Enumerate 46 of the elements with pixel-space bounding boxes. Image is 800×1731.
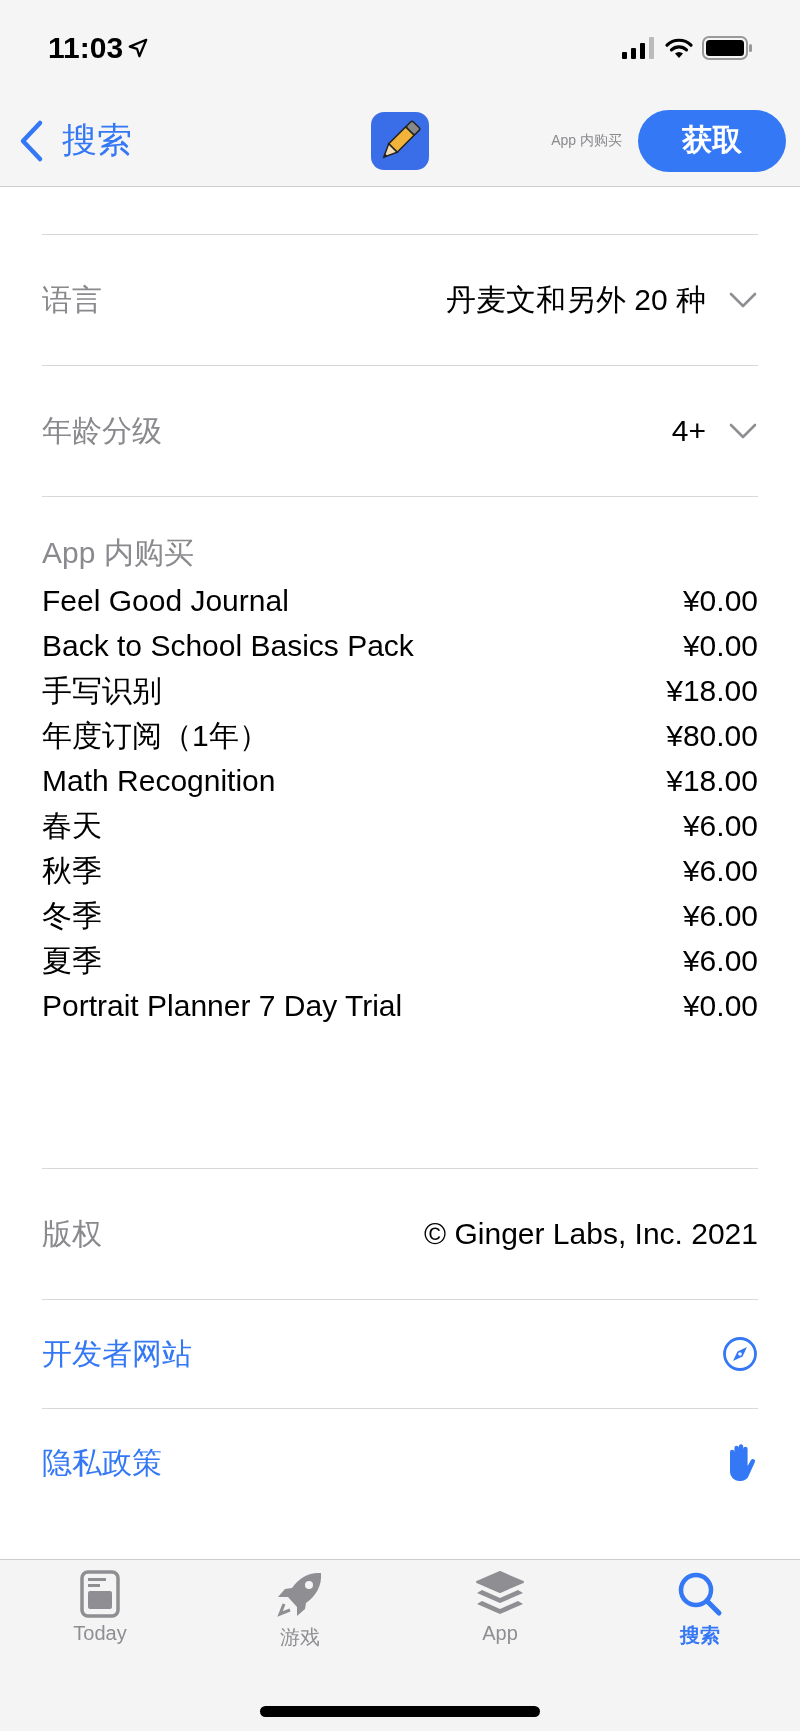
purchase-price: ¥0.00 <box>682 628 758 664</box>
tab-bar-item[interactable]: App <box>400 1570 600 1651</box>
compass-icon <box>722 1336 758 1372</box>
link-row[interactable]: 隐私政策 <box>42 1409 758 1517</box>
tab-bar-item[interactable]: Today <box>0 1570 200 1651</box>
signal-icon <box>622 36 656 59</box>
purchase-price: ¥6.00 <box>682 853 758 889</box>
get-button[interactable]: 获取 <box>638 109 786 172</box>
in-app-purchase-note: App 内购买 <box>551 131 622 150</box>
battery-icon <box>702 35 752 60</box>
purchase-name: 夏季 <box>42 943 102 979</box>
purchase-name: 冬季 <box>42 898 102 934</box>
purchase-price: ¥6.00 <box>682 898 758 934</box>
pencil-app-icon <box>371 112 429 170</box>
purchase-price: ¥0.00 <box>682 583 758 619</box>
purchase-name: Portrait Planner 7 Day Trial <box>42 988 403 1024</box>
purchase-name: Back to School Basics Pack <box>42 628 414 664</box>
info-label: 年龄分级 <box>42 412 162 449</box>
info-label: 语言 <box>42 281 102 318</box>
purchase-name: 年度订阅（1年） <box>42 718 269 754</box>
purchase-name: 春天 <box>42 808 102 844</box>
purchase-price: ¥80.00 <box>666 718 758 754</box>
purchase-price: ¥0.00 <box>682 988 758 1024</box>
section-title: App 内购买 <box>42 535 195 571</box>
back-chevron-icon <box>18 118 44 163</box>
tab-bar-item[interactable]: 搜索 <box>600 1570 800 1651</box>
info-value-expander[interactable]: 丹麦文和另外 20 种 <box>445 279 758 321</box>
today-icon <box>80 1570 120 1618</box>
copyright-text: © Ginger Labs, Inc. 2021 <box>424 1217 758 1251</box>
location-arrow-icon <box>127 36 150 59</box>
purchase-price: ¥18.00 <box>666 763 758 799</box>
purchase-name: Feel Good Journal <box>42 583 289 619</box>
purchase-name: 秋季 <box>42 853 102 889</box>
info-label: 版权 <box>42 1215 102 1252</box>
back-button[interactable]: 搜索 <box>18 117 132 164</box>
link-row[interactable]: 开发者网站 <box>42 1300 758 1408</box>
info-value-expander[interactable]: 4+ <box>671 414 758 448</box>
clock-time: 11:03 <box>48 30 124 65</box>
tab-bar-item[interactable]: 游戏 <box>200 1570 400 1651</box>
purchase-price: ¥18.00 <box>666 673 758 709</box>
search-icon <box>676 1570 724 1618</box>
purchase-price: ¥6.00 <box>682 808 758 844</box>
purchase-name: Math Recognition <box>42 763 276 799</box>
wifi-icon <box>664 36 694 59</box>
purchase-price: ¥6.00 <box>682 943 758 979</box>
purchase-name: 手写识别 <box>42 673 162 709</box>
